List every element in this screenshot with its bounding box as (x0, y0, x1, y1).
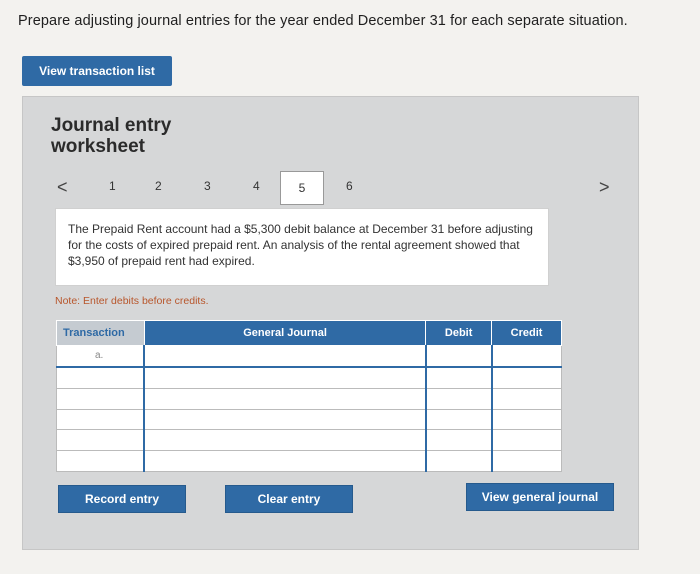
view-transaction-list-button[interactable]: View transaction list (22, 56, 172, 86)
page-1[interactable]: 1 (109, 179, 116, 193)
debit-input[interactable] (425, 408, 493, 431)
transaction-cell (56, 366, 145, 389)
scenario-text: The Prepaid Rent account had a $5,300 de… (55, 208, 549, 286)
header-credit: Credit (491, 320, 562, 346)
debit-input[interactable] (425, 429, 493, 452)
panel-title: Journal entry worksheet (51, 115, 172, 157)
debit-input[interactable] (425, 387, 493, 410)
debit-input[interactable] (425, 344, 493, 368)
general-journal-input[interactable] (143, 366, 427, 389)
view-general-journal-button[interactable]: View general journal (466, 483, 614, 511)
transaction-cell (56, 450, 145, 472)
transaction-cell (56, 429, 145, 452)
worksheet-pager: < 1 2 3 4 5 6 > (23, 171, 638, 205)
table-row (56, 450, 562, 472)
header-debit: Debit (425, 320, 493, 346)
chevron-left-icon[interactable]: < (57, 177, 68, 198)
header-transaction: Transaction (56, 320, 145, 346)
credit-input[interactable] (491, 366, 562, 389)
table-row (56, 387, 562, 410)
page-3[interactable]: 3 (204, 179, 211, 193)
header-general-journal: General Journal (143, 320, 427, 346)
transaction-cell: a. (56, 344, 145, 368)
page-5-active[interactable]: 5 (280, 171, 324, 205)
credit-input[interactable] (491, 429, 562, 452)
page-6[interactable]: 6 (346, 179, 353, 193)
general-journal-input[interactable] (143, 344, 427, 368)
debit-input[interactable] (425, 450, 493, 472)
transaction-cell (56, 387, 145, 410)
note-text: Note: Enter debits before credits. (55, 295, 209, 307)
journal-entry-worksheet-panel: Journal entry worksheet < 1 2 3 4 5 6 > … (22, 96, 639, 550)
table-row (56, 429, 562, 452)
table-row (56, 366, 562, 389)
page-4[interactable]: 4 (253, 179, 260, 193)
journal-table: Transaction General Journal Debit Credit… (56, 320, 562, 472)
general-journal-input[interactable] (143, 408, 427, 431)
page-2[interactable]: 2 (155, 179, 162, 193)
general-journal-input[interactable] (143, 387, 427, 410)
table-row: a. (56, 344, 562, 368)
table-row (56, 408, 562, 431)
credit-input[interactable] (491, 387, 562, 410)
debit-input[interactable] (425, 366, 493, 389)
chevron-right-icon[interactable]: > (599, 177, 610, 198)
record-entry-button[interactable]: Record entry (58, 485, 186, 513)
credit-input[interactable] (491, 408, 562, 431)
general-journal-input[interactable] (143, 450, 427, 472)
clear-entry-button[interactable]: Clear entry (225, 485, 353, 513)
credit-input[interactable] (491, 450, 562, 472)
general-journal-input[interactable] (143, 429, 427, 452)
transaction-cell (56, 408, 145, 431)
instruction-text: Prepare adjusting journal entries for th… (18, 13, 628, 29)
credit-input[interactable] (491, 344, 562, 368)
